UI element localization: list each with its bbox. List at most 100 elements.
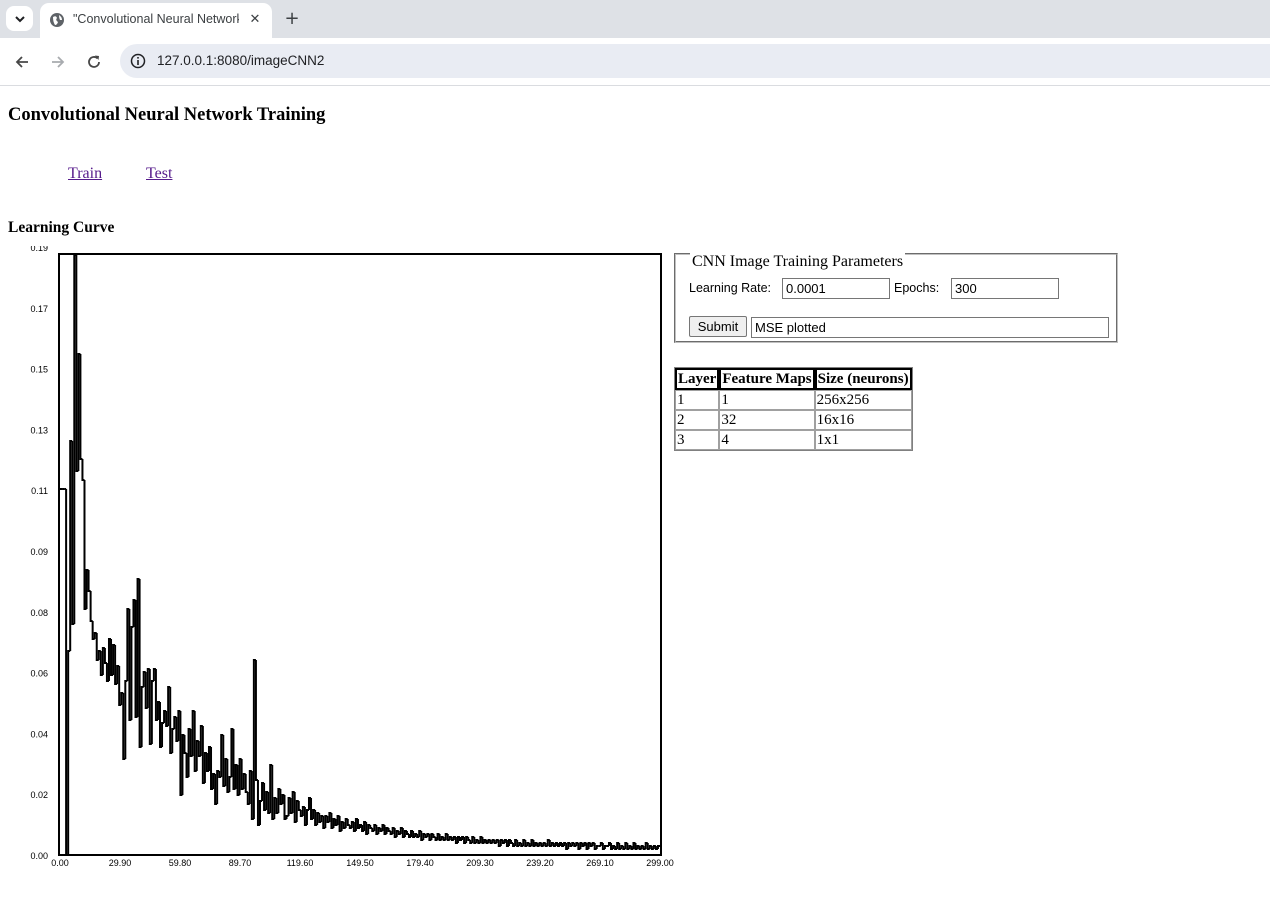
data-point (603, 845, 607, 849)
data-point (81, 459, 85, 481)
data-point (305, 809, 309, 825)
table-cell: 3 (675, 430, 720, 450)
info-icon[interactable] (130, 53, 146, 69)
table-cell: 1 (719, 390, 815, 410)
data-point (405, 831, 409, 835)
train-link[interactable]: Train (68, 165, 102, 183)
data-point (285, 815, 289, 819)
learning-rate-input[interactable]: 0.0001 (782, 278, 890, 299)
status-field[interactable]: MSE plotted (751, 317, 1109, 338)
data-point (87, 570, 91, 592)
y-tick-label: 0.04 (30, 729, 48, 739)
tab-title: "Convolutional Neural Network (73, 12, 239, 26)
reload-icon (88, 55, 100, 68)
learning-curve-title: Learning Curve (8, 219, 115, 236)
y-tick-label: 0.02 (30, 790, 48, 800)
tab-search-button[interactable] (6, 6, 33, 31)
y-tick-label: 0.00 (30, 851, 48, 861)
y-tick-label: 0.09 (30, 547, 48, 557)
table-cell: 32 (719, 410, 815, 430)
data-point (297, 801, 301, 811)
y-tick-label: 0.08 (30, 608, 48, 618)
x-tick-label: 29.90 (109, 858, 132, 868)
y-tick-label: 0.06 (30, 669, 48, 679)
table-header-row: Layer Feature Maps Size (neurons) (675, 368, 912, 390)
address-bar[interactable]: 127.0.0.1:8080/imageCNN2 (120, 44, 1270, 78)
chevron-down-icon (14, 15, 25, 22)
x-tick-label: 269.10 (586, 858, 614, 868)
table-cell: 256x256 (814, 390, 912, 410)
data-point (130, 626, 134, 720)
training-parameters-fieldset: CNN Image Training Parameters Learning R… (674, 253, 1118, 343)
table-cell: 2 (675, 410, 720, 430)
data-point (150, 680, 154, 744)
data-point (171, 728, 175, 753)
epochs-label: Epochs: (894, 281, 940, 295)
y-tick-label: 0.11 (31, 486, 48, 496)
x-tick-label: 149.50 (346, 858, 374, 868)
series-marks (60, 254, 660, 856)
data-point (510, 840, 514, 844)
x-tick-label: 59.80 (169, 858, 192, 868)
data-point (656, 845, 660, 849)
new-tab-icon[interactable]: + (281, 8, 303, 30)
submit-button[interactable]: Submit (689, 316, 747, 337)
data-point (161, 722, 165, 747)
arrow-left-icon (15, 56, 28, 68)
table-cell: 16x16 (814, 410, 912, 430)
x-tick-label: 89.70 (229, 858, 252, 868)
data-point (103, 648, 107, 664)
data-point (67, 650, 71, 855)
browser-tab[interactable]: "Convolutional Neural Network ✕ (40, 3, 272, 38)
data-point (595, 845, 599, 849)
data-point (259, 800, 263, 825)
learning-rate-label: Learning Rate: (689, 281, 772, 295)
table-row: 3 4 1x1 (675, 430, 912, 450)
page-title: Convolutional Neural Network Training (8, 105, 326, 125)
data-point (124, 680, 128, 759)
x-tick-label: 0.00 (51, 858, 69, 868)
data-point (244, 774, 248, 793)
x-tick-label: 119.60 (287, 858, 314, 868)
table-row: 2 32 16x16 (675, 410, 912, 430)
data-point (346, 819, 350, 826)
learning-curve-chart: 0.00 0.02 0.04 0.06 0.08 0.09 0.11 0.13 0.15 0.17… (30, 246, 674, 868)
table-cell: 4 (719, 430, 815, 450)
y-tick-label: 0.15 (30, 365, 48, 375)
data-point (183, 735, 187, 754)
data-point (432, 834, 436, 838)
reload-button[interactable] (83, 51, 105, 73)
epochs-input[interactable]: 300 (951, 278, 1059, 299)
y-tick-labels: 0.00 0.02 0.04 0.06 0.08 0.09 0.11 0.13 0.15 0.17… (30, 246, 48, 861)
data-point (79, 354, 83, 460)
globe-icon (50, 13, 64, 27)
arrow-right-icon (52, 56, 65, 68)
data-point (140, 686, 144, 747)
x-tick-labels: 0.00 29.90 59.80 89.70 119.60 149.50 179.40 209… (51, 858, 674, 868)
browser-toolbar: 127.0.0.1:8080/imageCNN2 (0, 38, 1270, 86)
table-row: 1 1 256x256 (675, 390, 912, 410)
data-point (387, 828, 391, 832)
layers-table: Layer Feature Maps Size (neurons) 1 1 25… (674, 367, 913, 451)
y-tick-label: 0.17 (30, 304, 48, 314)
y-tick-label: 0.19 (30, 246, 48, 253)
browser-tabstrip: "Convolutional Neural Network ✕ + (0, 0, 1270, 38)
column-header-layer: Layer (675, 368, 720, 390)
close-tab-icon[interactable]: ✕ (246, 11, 264, 29)
x-tick-label: 299.00 (646, 858, 674, 868)
forward-button[interactable] (47, 51, 69, 73)
table-cell: 1x1 (814, 430, 912, 450)
column-header-feature-maps: Feature Maps (719, 368, 815, 390)
data-point (254, 660, 258, 781)
back-button[interactable] (11, 51, 33, 73)
plot-frame (58, 253, 662, 856)
column-header-size: Size (neurons) (814, 368, 912, 390)
x-tick-label: 209.30 (466, 858, 494, 868)
data-point (467, 837, 471, 841)
y-tick-label: 0.13 (30, 425, 48, 435)
data-point (369, 825, 373, 829)
fieldset-legend: CNN Image Training Parameters (690, 253, 906, 271)
url-text: 127.0.0.1:8080/imageCNN2 (157, 53, 325, 68)
test-link[interactable]: Test (146, 165, 172, 183)
data-point (228, 776, 232, 792)
